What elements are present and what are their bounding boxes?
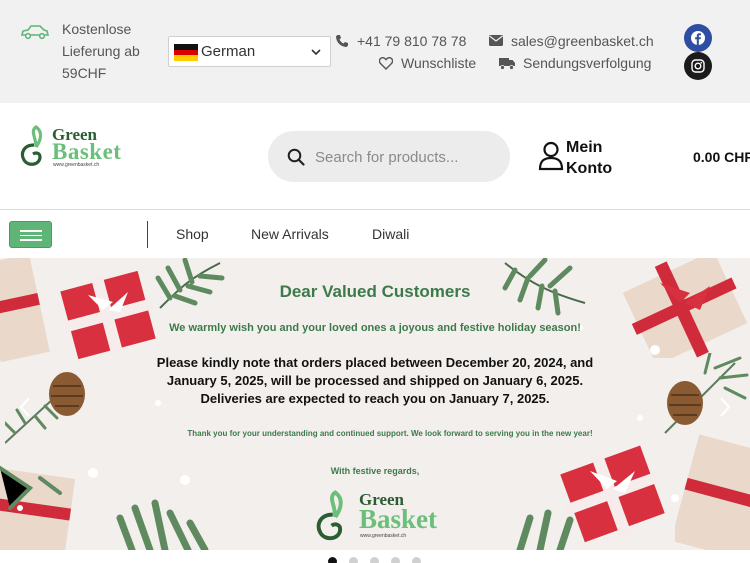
- slider-dot-1[interactable]: [328, 557, 337, 563]
- nav-item-shop[interactable]: Shop: [176, 226, 209, 242]
- slider-dot-4[interactable]: [391, 557, 400, 563]
- hamburger-menu-button[interactable]: [9, 221, 52, 248]
- banner-regards: With festive regards,: [330, 466, 420, 476]
- tracking-link[interactable]: Sendungsverfolgung: [499, 55, 659, 73]
- search-input[interactable]: [315, 145, 495, 169]
- slider-prev-arrow-icon[interactable]: [18, 396, 32, 418]
- main-navigation: Shop New Arrivals Diwali: [0, 211, 750, 258]
- slider-dot-2[interactable]: [349, 557, 358, 563]
- logo-url: www.greenbasket.ch: [53, 162, 100, 168]
- phone-number: +41 79 810 78 78: [357, 33, 467, 49]
- facebook-icon: [691, 31, 705, 45]
- top-bar: Kostenlose Lieferung ab 59CHF German +41…: [0, 0, 750, 103]
- logo-mark-icon: [316, 490, 343, 541]
- banner-title: Dear Valued Customers: [279, 282, 471, 301]
- delivery-car-icon: [20, 25, 50, 40]
- banner-shipping-notice: Please kindly note that orders placed be…: [156, 355, 594, 406]
- email-link[interactable]: sales@greenbasket.ch: [489, 33, 659, 51]
- account-label-line1: Mein: [566, 139, 603, 156]
- site-header: Green Basket www.greenbasket.ch Mein Kon…: [0, 103, 750, 210]
- search-icon[interactable]: [287, 148, 305, 166]
- menu-line: [20, 230, 42, 232]
- slider-next-arrow-icon[interactable]: [718, 396, 732, 418]
- wishlist-link[interactable]: Wunschliste: [379, 55, 489, 73]
- phone-icon: [336, 35, 348, 47]
- language-selector[interactable]: German: [168, 36, 331, 67]
- banner-logo-url: www.greenbasket.ch: [360, 533, 407, 539]
- my-account-link[interactable]: Mein Konto: [566, 137, 626, 179]
- slider-dot-3[interactable]: [370, 557, 379, 563]
- nav-item-new-arrivals[interactable]: New Arrivals: [251, 226, 329, 242]
- wishlist-label: Wunschliste: [401, 55, 477, 71]
- account-label-line2: Konto: [566, 160, 613, 177]
- cart-total[interactable]: 0.00 CHF: [693, 149, 750, 165]
- menu-line: [20, 234, 42, 236]
- nav-divider: [147, 221, 148, 248]
- envelope-icon: [489, 35, 503, 46]
- menu-line: [20, 239, 42, 241]
- tracking-label: Sendungsverfolgung: [523, 55, 652, 71]
- instagram-button[interactable]: [684, 52, 712, 80]
- heart-icon: [379, 57, 393, 70]
- phone-link[interactable]: +41 79 810 78 78: [335, 33, 475, 51]
- facebook-button[interactable]: [684, 24, 712, 52]
- chevron-down-icon: [311, 49, 321, 56]
- logo-mark-icon: [20, 125, 43, 166]
- site-logo[interactable]: Green Basket www.greenbasket.ch: [18, 125, 128, 171]
- banner-logo-text-basket: Basket: [359, 504, 438, 534]
- holiday-banner-slide[interactable]: Dear Valued Customers We warmly wish you…: [0, 258, 750, 550]
- search-bar: [268, 131, 510, 182]
- truck-icon: [499, 58, 515, 70]
- nav-item-diwali[interactable]: Diwali: [372, 226, 409, 242]
- german-flag-icon: [174, 44, 198, 61]
- slider-dot-5[interactable]: [412, 557, 421, 563]
- email-address: sales@greenbasket.ch: [511, 33, 654, 49]
- instagram-icon: [691, 59, 705, 73]
- banner-holiday-wish: We warmly wish you and your loved ones a…: [169, 322, 581, 334]
- user-icon[interactable]: [538, 141, 564, 171]
- language-label: German: [201, 43, 256, 60]
- free-shipping-text: Kostenlose Lieferung ab 59CHF: [62, 21, 140, 81]
- banner-thanks: Thank you for your understanding and con…: [187, 429, 593, 438]
- banner-logo: Green Basket www.greenbasket.ch: [312, 490, 452, 542]
